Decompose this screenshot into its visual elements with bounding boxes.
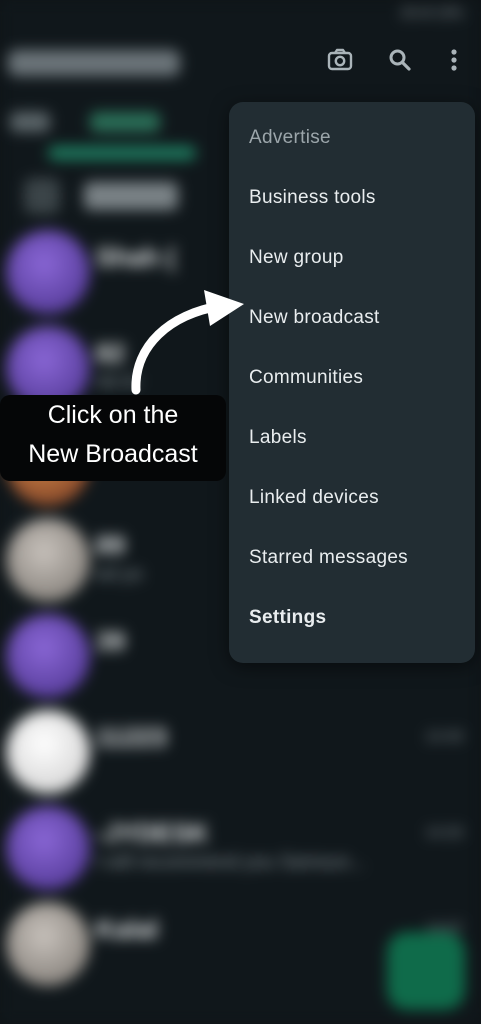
chat-name: 39	[96, 626, 125, 656]
avatar	[6, 806, 90, 890]
chat-name: 89	[96, 530, 125, 560]
menu-item-new-broadcast[interactable]: New broadcast	[249, 307, 380, 329]
search-icon[interactable]	[386, 46, 414, 74]
tab-placeholder	[90, 112, 160, 132]
app-title-placeholder	[8, 50, 180, 76]
chat-name: Kalal	[96, 914, 159, 944]
chat-row[interactable]: -JYDESK I will recommend you Samsun... 1…	[0, 798, 481, 894]
callout-line-1: Click on the	[47, 401, 179, 429]
chat-name: 11223	[96, 722, 167, 752]
chat-time: 14:40	[425, 728, 463, 745]
avatar	[6, 230, 90, 314]
avatar	[6, 518, 90, 602]
chat-row[interactable]: 11223 14:40	[0, 702, 481, 798]
status-bar: 20.4l 13%	[0, 0, 481, 30]
tab-placeholder	[10, 112, 50, 132]
archive-icon	[24, 178, 60, 214]
new-chat-fab[interactable]	[387, 932, 465, 1010]
menu-item-new-group[interactable]: New group	[249, 247, 344, 269]
instruction-callout: Click on the New Broadcast	[0, 395, 226, 481]
overflow-menu: Advertise Business tools New group New b…	[229, 102, 475, 663]
avatar	[6, 614, 90, 698]
menu-item-linked-devices[interactable]: Linked devices	[249, 487, 379, 509]
archived-label-placeholder	[84, 182, 178, 210]
menu-item-advertise[interactable]: Advertise	[249, 127, 331, 149]
menu-item-starred-messages[interactable]: Starred messages	[249, 547, 408, 569]
menu-item-business-tools[interactable]: Business tools	[249, 187, 376, 209]
camera-icon[interactable]	[326, 46, 354, 74]
menu-item-settings[interactable]: Settings	[249, 607, 326, 629]
chat-time: 14:20	[425, 824, 463, 841]
curved-arrow-icon	[131, 290, 244, 395]
active-tab-indicator	[48, 146, 196, 160]
chat-name: -JYDESK	[96, 818, 209, 848]
more-vert-icon[interactable]	[440, 46, 468, 74]
status-text: 20.4l 13%	[400, 4, 463, 20]
chat-preview: ed yo	[96, 564, 143, 585]
avatar	[6, 710, 90, 794]
callout-line-2: New Broadcast	[28, 440, 198, 468]
menu-item-labels[interactable]: Labels	[249, 427, 307, 449]
chat-name: Shah (	[96, 242, 176, 272]
avatar	[6, 902, 90, 986]
menu-item-communities[interactable]: Communities	[249, 367, 363, 389]
chat-preview: I will recommend you Samsun...	[96, 852, 366, 873]
